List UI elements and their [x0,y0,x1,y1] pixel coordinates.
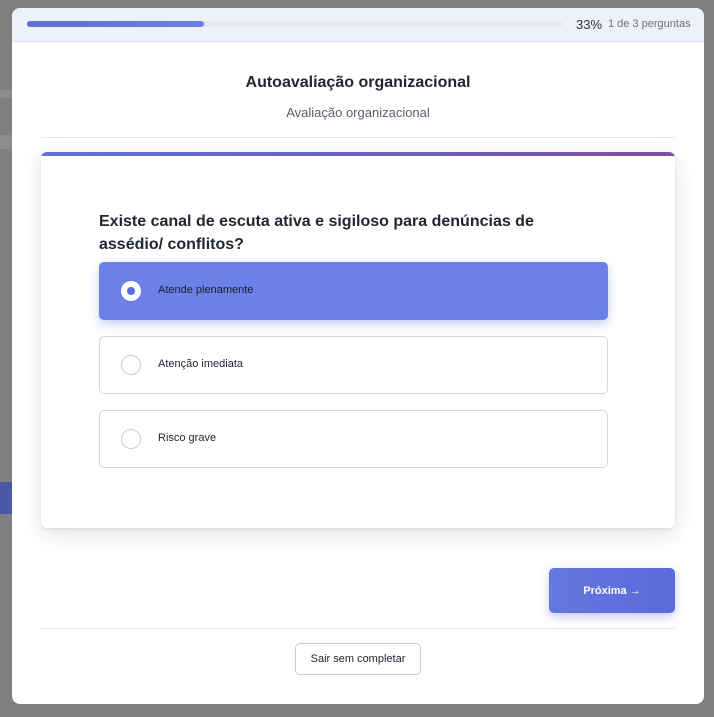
option-atende-plenamente[interactable]: Atende plenamente [99,262,608,320]
page-title: Autoavaliação organizacional [245,74,471,91]
progress-fill [27,21,204,27]
question-card: Existe canal de escuta ativa e sigiloso … [41,152,675,528]
card-accent-bar [41,152,675,156]
progress-track [27,21,562,27]
radio-empty-icon[interactable] [121,429,141,449]
option-risco-grave[interactable]: Risco grave [99,410,608,468]
assessment-modal: 33% 1 de 3 perguntas Autoavaliação organ… [12,8,704,704]
option-label: Risco grave [158,432,217,444]
background-page-fragment [0,482,12,514]
header-divider [41,137,675,138]
progress-header: 33% 1 de 3 perguntas [12,8,704,42]
radio-dot-icon [127,287,135,295]
next-button[interactable]: Próxima → [549,568,675,613]
page-subtitle: Avaliação organizacional [286,105,430,120]
question-text: Existe canal de escuta ativa e sigiloso … [99,213,534,253]
background-page-fragment [0,135,12,149]
option-atencao-imediata[interactable]: Atenção imediata [99,336,608,394]
progress-count: 1 de 3 perguntas [608,18,691,30]
background-page [0,90,12,98]
footer-divider [41,628,675,629]
option-label: Atende plenamente [158,284,254,296]
progress-percent: 33% [576,17,603,32]
radio-selected-icon[interactable] [121,281,141,301]
radio-empty-icon[interactable] [121,355,141,375]
exit-without-completing-button[interactable]: Sair sem completar [295,643,421,675]
option-label: Atenção imediata [158,358,243,370]
